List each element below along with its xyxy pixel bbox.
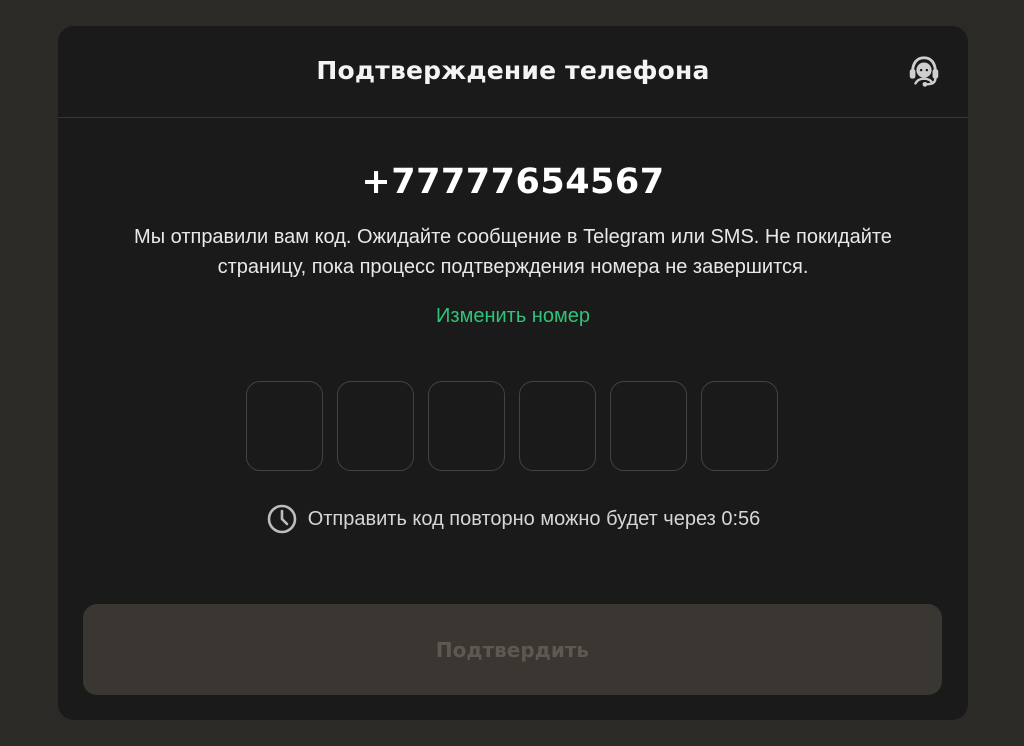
code-digit-3[interactable] <box>428 381 505 471</box>
resend-timer: Отправить код повторно можно будет через… <box>58 503 968 535</box>
change-number-link[interactable]: Изменить номер <box>436 305 590 327</box>
code-digit-5[interactable] <box>610 381 687 471</box>
phone-verification-modal: Подтверждение телефона +77777654567 Мы о… <box>58 26 968 720</box>
code-input-group <box>246 381 778 471</box>
support-button[interactable] <box>904 52 944 92</box>
confirm-button[interactable]: Подтвердить <box>83 604 942 695</box>
code-digit-1[interactable] <box>246 381 323 471</box>
code-digit-4[interactable] <box>519 381 596 471</box>
code-digit-2[interactable] <box>337 381 414 471</box>
clock-icon <box>267 504 296 534</box>
resend-timer-text: Отправить код повторно можно будет через… <box>307 507 761 530</box>
headset-icon <box>909 56 939 87</box>
change-number-container: Изменить номер <box>58 302 968 330</box>
modal-header: Подтверждение телефона <box>58 26 968 118</box>
phone-number: +77777654567 <box>361 162 665 202</box>
code-digit-6[interactable] <box>701 381 778 471</box>
modal-title: Подтверждение телефона <box>316 56 710 85</box>
code-sent-message: Мы отправили вам код. Ожидайте сообщение… <box>134 226 892 278</box>
